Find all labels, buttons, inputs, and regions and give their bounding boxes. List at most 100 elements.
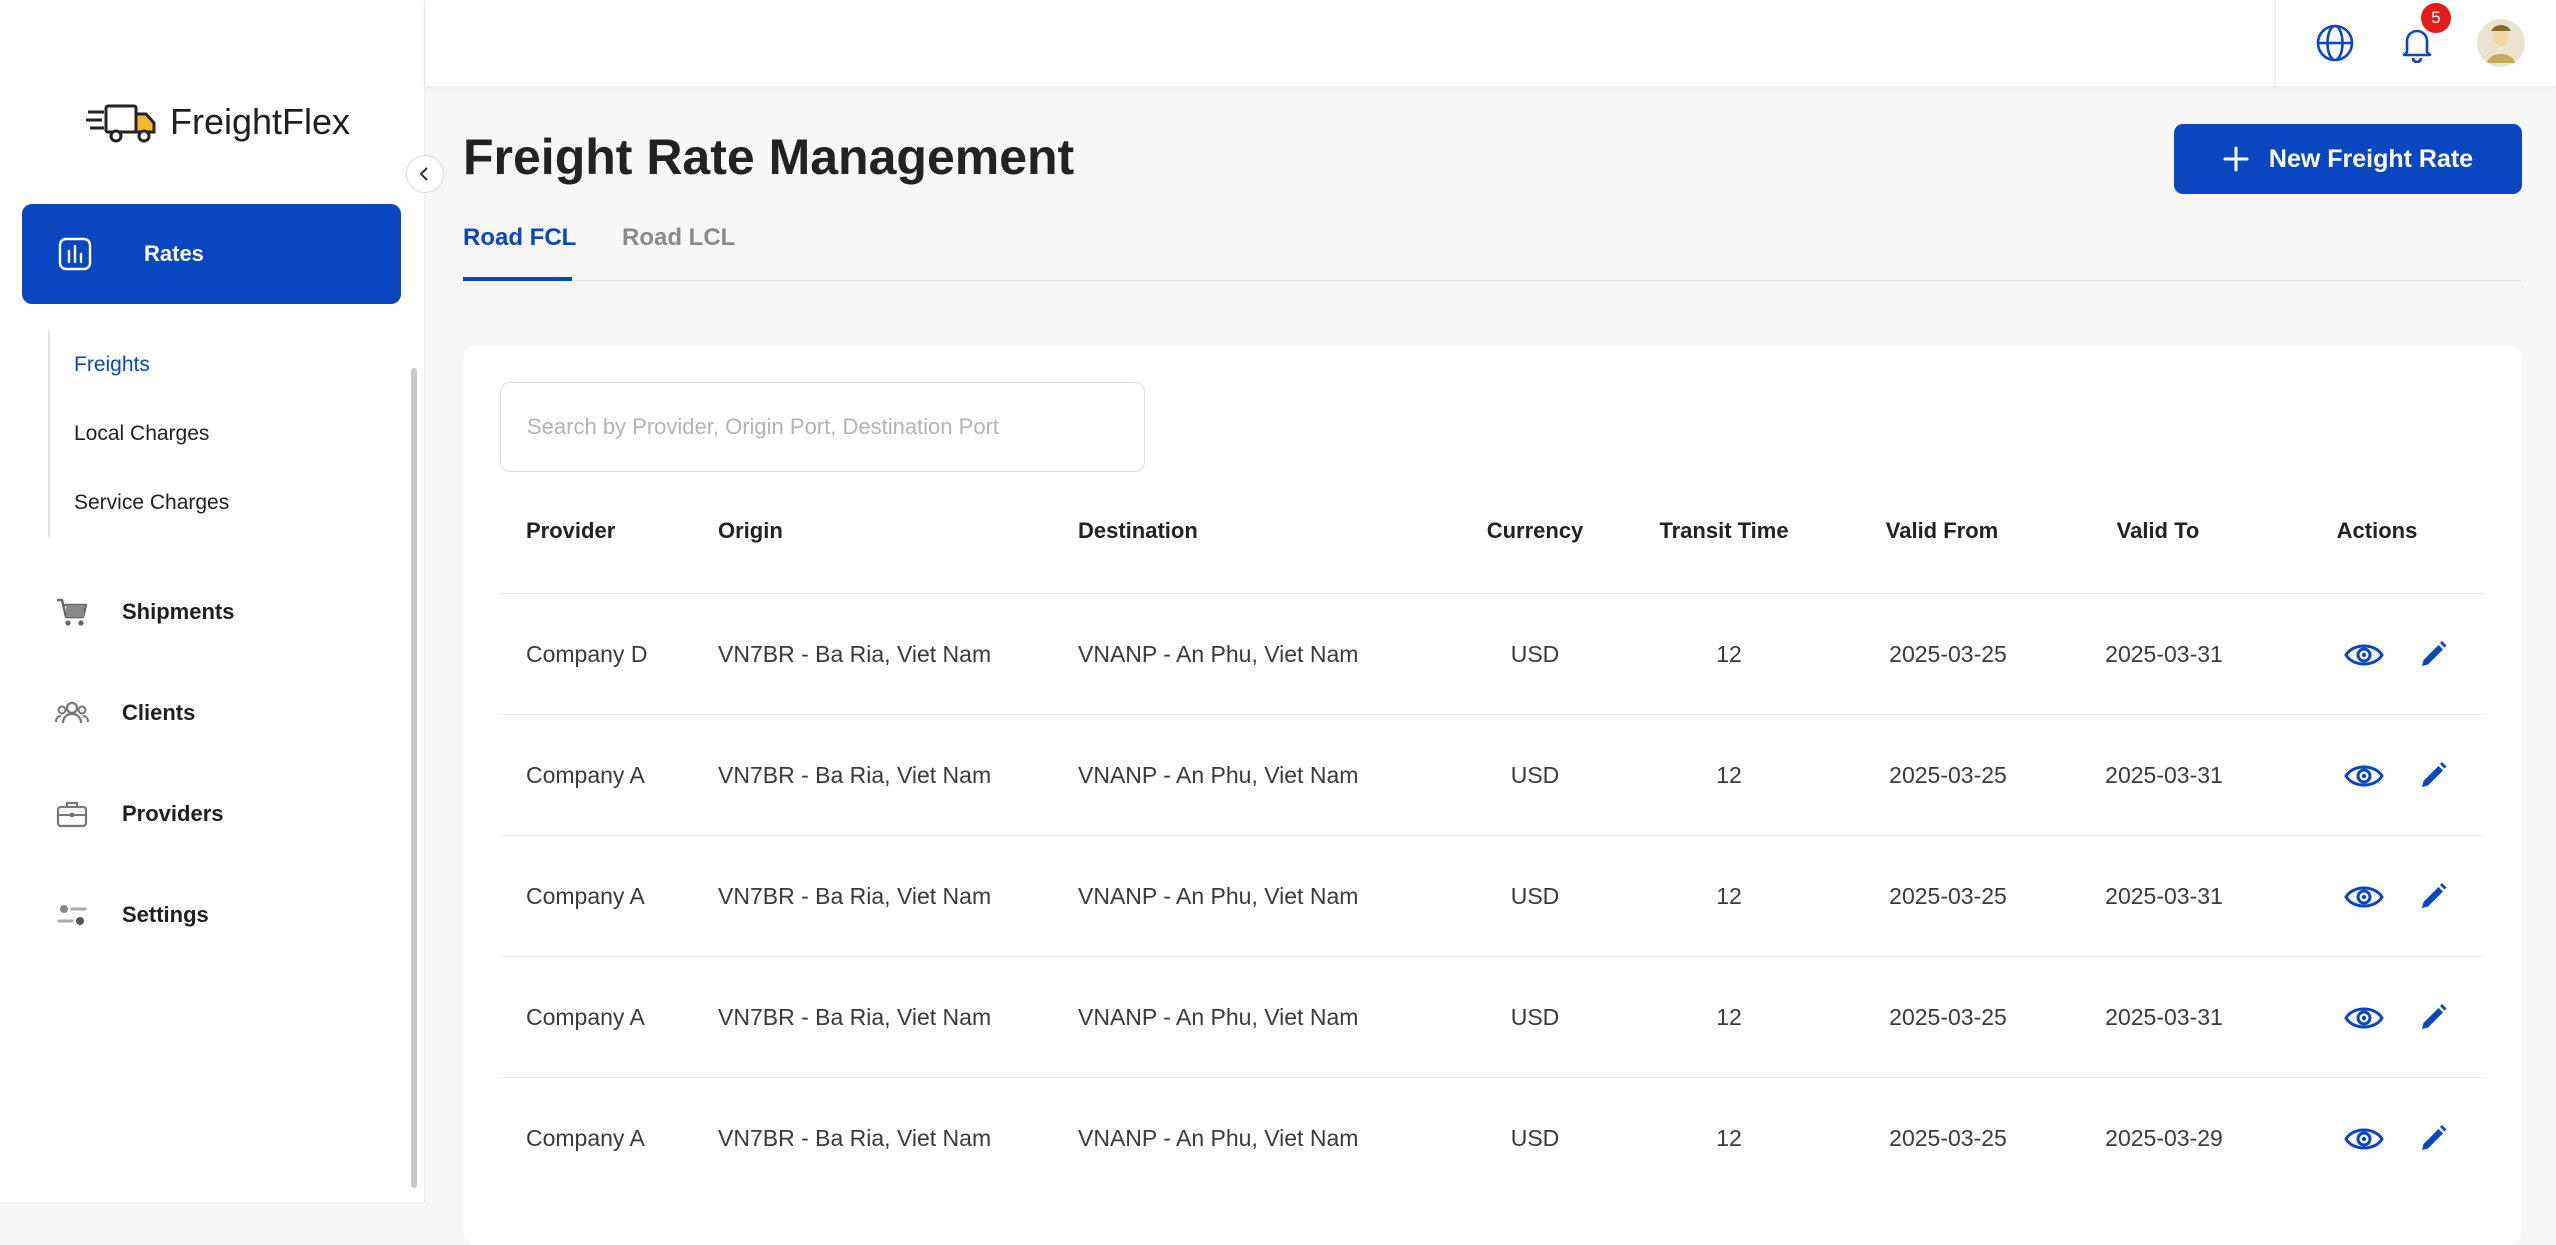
table-header: Provider Origin Destination Currency Tra… xyxy=(500,506,2484,556)
cell-origin: VN7BR - Ba Ria, Viet Nam xyxy=(718,641,992,667)
cell-currency: USD xyxy=(1510,883,1560,909)
table-row[interactable]: Company A VN7BR - Ba Ria, Viet Nam VNANP… xyxy=(500,835,2484,956)
cell-currency: USD xyxy=(1510,1004,1560,1030)
nav-label-settings: Settings xyxy=(122,902,209,927)
cell-valid-from: 2025-03-25 xyxy=(1889,883,2007,909)
sidebar-scrollbar[interactable] xyxy=(411,368,417,1188)
cell-transit-time: 12 xyxy=(1716,883,1742,909)
sidebar: FreightFlex Rates Freights Local Charges… xyxy=(0,0,425,1202)
brand-logo[interactable]: FreightFlex xyxy=(86,98,350,146)
cell-provider: Company A xyxy=(526,1004,645,1030)
view-icon[interactable] xyxy=(2342,875,2386,919)
cell-origin: VN7BR - Ba Ria, Viet Nam xyxy=(718,883,992,909)
cell-destination: VNANP - An Phu, Viet Nam xyxy=(1078,641,1359,667)
cell-transit-time: 12 xyxy=(1716,641,1742,667)
nav-item-providers[interactable]: Providers xyxy=(55,792,224,836)
table-row[interactable]: Company D VN7BR - Ba Ria, Viet Nam VNANP… xyxy=(500,593,2484,714)
nav-label-providers: Providers xyxy=(122,801,224,826)
tab-road-fcl[interactable]: Road FCL xyxy=(463,224,576,252)
column-header-origin[interactable]: Origin xyxy=(718,518,783,544)
briefcase-icon xyxy=(55,797,89,831)
cell-valid-to: 2025-03-29 xyxy=(2105,1125,2223,1151)
search-input[interactable] xyxy=(500,382,1145,472)
active-tab-indicator xyxy=(463,277,572,281)
brand-name: FreightFlex xyxy=(170,101,351,142)
column-header-provider[interactable]: Provider xyxy=(526,518,615,544)
globe-icon[interactable] xyxy=(2313,21,2357,65)
nav-item-shipments[interactable]: Shipments xyxy=(55,590,234,634)
cell-provider: Company A xyxy=(526,762,645,788)
cell-destination: VNANP - An Phu, Viet Nam xyxy=(1078,762,1359,788)
user-avatar[interactable] xyxy=(2477,19,2525,67)
subnav-item-freights[interactable]: Freights xyxy=(50,330,348,399)
chart-icon xyxy=(55,234,95,274)
edit-icon[interactable] xyxy=(2411,875,2455,919)
cell-transit-time: 12 xyxy=(1716,762,1742,788)
cell-transit-time: 12 xyxy=(1716,1125,1742,1151)
new-freight-rate-button[interactable]: New Freight Rate xyxy=(2174,124,2522,194)
column-header-valid-from[interactable]: Valid From xyxy=(1886,518,1998,544)
cell-valid-to: 2025-03-31 xyxy=(2105,1004,2223,1030)
cell-origin: VN7BR - Ba Ria, Viet Nam xyxy=(718,1004,992,1030)
column-header-valid-to[interactable]: Valid To xyxy=(2117,518,2200,544)
users-icon xyxy=(55,696,89,730)
cell-valid-from: 2025-03-25 xyxy=(1889,1004,2007,1030)
cell-provider: Company A xyxy=(526,1125,645,1151)
cell-valid-from: 2025-03-25 xyxy=(1889,762,2007,788)
rates-subnav: Freights Local Charges Service Charges xyxy=(48,330,348,537)
nav-label-shipments: Shipments xyxy=(122,599,235,624)
column-header-currency[interactable]: Currency xyxy=(1487,518,1584,544)
cell-destination: VNANP - An Phu, Viet Nam xyxy=(1078,1125,1359,1151)
edit-icon[interactable] xyxy=(2411,754,2455,798)
cell-transit-time: 12 xyxy=(1716,1004,1742,1030)
edit-icon[interactable] xyxy=(2411,1117,2455,1161)
table-row[interactable]: Company A VN7BR - Ba Ria, Viet Nam VNANP… xyxy=(500,956,2484,1077)
page-title: Freight Rate Management xyxy=(463,129,1075,185)
cell-currency: USD xyxy=(1510,1125,1560,1151)
cell-currency: USD xyxy=(1510,641,1560,667)
cell-destination: VNANP - An Phu, Viet Nam xyxy=(1078,1004,1359,1030)
cell-valid-to: 2025-03-31 xyxy=(2105,641,2223,667)
edit-icon[interactable] xyxy=(2411,996,2455,1040)
column-header-transit-time[interactable]: Transit Time xyxy=(1659,518,1788,544)
cell-origin: VN7BR - Ba Ria, Viet Nam xyxy=(718,1125,992,1151)
view-icon[interactable] xyxy=(2342,754,2386,798)
cell-currency: USD xyxy=(1510,762,1560,788)
sliders-icon xyxy=(55,898,89,932)
topbar-divider xyxy=(2275,0,2276,86)
cell-valid-to: 2025-03-31 xyxy=(2105,762,2223,788)
new-freight-rate-label: New Freight Rate xyxy=(2268,144,2474,173)
rates-table-card: Provider Origin Destination Currency Tra… xyxy=(463,345,2522,1245)
tab-road-lcl[interactable]: Road LCL xyxy=(622,224,735,252)
top-bar: 5 xyxy=(425,0,2556,86)
cell-provider: Company A xyxy=(526,883,645,909)
chevron-left-icon xyxy=(419,167,428,181)
nav-item-clients[interactable]: Clients xyxy=(55,691,195,735)
cell-provider: Company D xyxy=(526,641,648,667)
nav-label-rates: Rates xyxy=(144,241,204,266)
notification-badge: 5 xyxy=(2421,3,2451,33)
cell-valid-from: 2025-03-25 xyxy=(1889,641,2007,667)
truck-logo-icon xyxy=(86,104,156,143)
cell-valid-to: 2025-03-31 xyxy=(2105,883,2223,909)
nav-item-rates[interactable]: Rates xyxy=(22,204,401,304)
column-header-destination[interactable]: Destination xyxy=(1078,518,1198,544)
nav-item-settings[interactable]: Settings xyxy=(55,893,209,937)
cell-origin: VN7BR - Ba Ria, Viet Nam xyxy=(718,762,992,788)
cart-icon xyxy=(55,595,89,629)
view-icon[interactable] xyxy=(2342,996,2386,1040)
subnav-item-service-charges[interactable]: Service Charges xyxy=(50,468,348,537)
nav-label-clients: Clients xyxy=(122,700,196,725)
view-icon[interactable] xyxy=(2342,633,2386,677)
cell-destination: VNANP - An Phu, Viet Nam xyxy=(1078,883,1359,909)
table-row[interactable]: Company A VN7BR - Ba Ria, Viet Nam VNANP… xyxy=(500,1077,2484,1198)
view-icon[interactable] xyxy=(2342,1117,2386,1161)
cell-valid-from: 2025-03-25 xyxy=(1889,1125,2007,1151)
plus-icon xyxy=(2223,146,2249,172)
table-row[interactable]: Company A VN7BR - Ba Ria, Viet Nam VNANP… xyxy=(500,714,2484,835)
tab-bar: Road FCL Road LCL xyxy=(463,204,2522,281)
edit-icon[interactable] xyxy=(2411,633,2455,677)
column-header-actions: Actions xyxy=(2336,518,2418,543)
subnav-item-local-charges[interactable]: Local Charges xyxy=(50,399,348,468)
sidebar-collapse-button[interactable] xyxy=(406,155,444,193)
